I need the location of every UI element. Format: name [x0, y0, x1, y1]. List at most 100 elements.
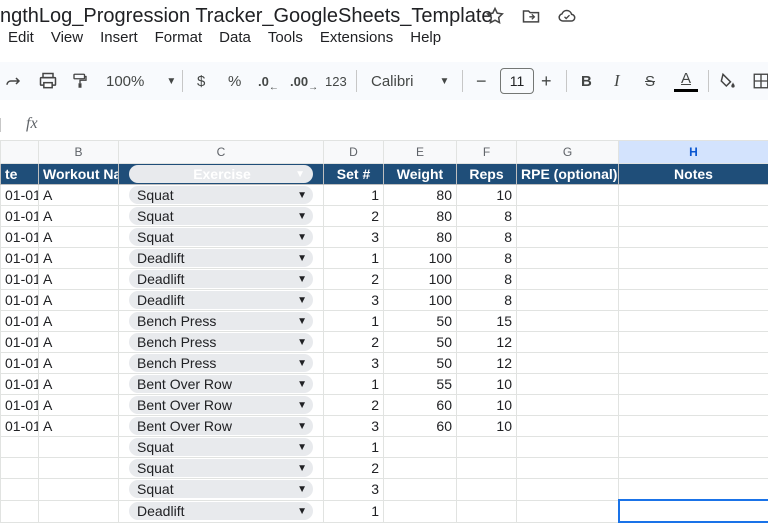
cell-date[interactable]	[1, 479, 39, 501]
cell-set[interactable]: 1	[324, 248, 384, 269]
cell-date[interactable]: 01-01	[1, 353, 39, 374]
cell-weight[interactable]: 100	[384, 290, 457, 311]
increase-font-size-button[interactable]: +	[541, 62, 552, 100]
cell-exercise[interactable]: Deadlift▼	[119, 290, 324, 311]
column-header-g[interactable]: G	[517, 141, 619, 164]
cell-exercise[interactable]: Bent Over Row▼	[119, 374, 324, 395]
cell-weight[interactable]	[384, 500, 457, 522]
cell-weight[interactable]: 80	[384, 227, 457, 248]
cell-set[interactable]: 2	[324, 269, 384, 290]
menu-format[interactable]: Format	[155, 29, 203, 46]
cell-rpe[interactable]	[517, 269, 619, 290]
cell-workout[interactable]: A	[39, 374, 119, 395]
cell-set[interactable]: 1	[324, 311, 384, 332]
cell-date[interactable]	[1, 437, 39, 458]
cell-workout[interactable]	[39, 458, 119, 479]
cell-notes[interactable]	[619, 374, 768, 395]
column-header-f[interactable]: F	[457, 141, 517, 164]
cell-rpe[interactable]	[517, 479, 619, 501]
cell-reps[interactable]: 8	[457, 206, 517, 227]
exercise-dropdown-chip[interactable]: Deadlift▼	[129, 502, 313, 520]
percent-format-button[interactable]: %	[228, 62, 241, 100]
cell-reps[interactable]	[457, 479, 517, 501]
move-folder-icon[interactable]	[520, 5, 542, 27]
cell-exercise[interactable]: Squat▼	[119, 185, 324, 206]
cell-date[interactable]: 01-01	[1, 206, 39, 227]
cell-exercise[interactable]: Deadlift▼	[119, 500, 324, 522]
text-color-button[interactable]: A	[674, 62, 698, 100]
exercise-dropdown-chip[interactable]: Squat▼	[129, 186, 313, 204]
cell-notes[interactable]	[619, 458, 768, 479]
exercise-dropdown-chip[interactable]: Deadlift▼	[129, 249, 313, 267]
cell-reps[interactable]	[457, 437, 517, 458]
cell-exercise[interactable]: Squat▼	[119, 437, 324, 458]
cell-rpe[interactable]	[517, 500, 619, 522]
cell-workout[interactable]: A	[39, 269, 119, 290]
cell-set[interactable]: 1	[324, 374, 384, 395]
cell-workout[interactable]: A	[39, 332, 119, 353]
exercise-dropdown-chip[interactable]: Bench Press▼	[129, 354, 313, 372]
cell-date[interactable]: 01-01	[1, 374, 39, 395]
cell-reps[interactable]: 8	[457, 269, 517, 290]
menu-insert[interactable]: Insert	[100, 29, 138, 46]
exercise-dropdown-chip[interactable]: Bent Over Row▼	[129, 396, 313, 414]
zoom-select[interactable]: 100% ▼	[106, 62, 176, 100]
cell-reps[interactable]: 10	[457, 374, 517, 395]
cell-date[interactable]	[1, 500, 39, 522]
menu-data[interactable]: Data	[219, 29, 251, 46]
cell-date[interactable]: 01-01	[1, 185, 39, 206]
cell-reps[interactable]: 8	[457, 248, 517, 269]
cell-reps[interactable]: 8	[457, 290, 517, 311]
cell-rpe[interactable]	[517, 458, 619, 479]
cell-rpe[interactable]	[517, 206, 619, 227]
cell-exercise[interactable]: Squat▼	[119, 458, 324, 479]
cell-weight[interactable]: 80	[384, 206, 457, 227]
cell-workout[interactable]: A	[39, 248, 119, 269]
cell-rpe[interactable]	[517, 374, 619, 395]
exercise-dropdown-chip[interactable]: Bench Press▼	[129, 312, 313, 330]
print-icon[interactable]	[38, 62, 58, 100]
strikethrough-button[interactable]: S	[645, 62, 655, 100]
cell-notes[interactable]	[619, 311, 768, 332]
cell-date[interactable]: 01-01	[1, 269, 39, 290]
cell-set[interactable]: 3	[324, 227, 384, 248]
cell-notes[interactable]	[619, 332, 768, 353]
cell-notes[interactable]	[619, 479, 768, 501]
cell-exercise[interactable]: Bent Over Row▼	[119, 395, 324, 416]
cell-workout[interactable]: A	[39, 353, 119, 374]
cell-date[interactable]: 01-01	[1, 416, 39, 437]
cell-weight[interactable]	[384, 437, 457, 458]
cell-set[interactable]: 3	[324, 479, 384, 501]
cell-workout[interactable]	[39, 437, 119, 458]
cell-notes[interactable]	[619, 206, 768, 227]
cell-reps[interactable]: 15	[457, 311, 517, 332]
currency-format-button[interactable]: $	[197, 62, 205, 100]
cell-notes[interactable]	[619, 395, 768, 416]
exercise-dropdown-chip[interactable]: Squat▼	[129, 459, 313, 477]
font-select[interactable]: Calibri ▼	[371, 62, 449, 100]
menu-edit[interactable]: Edit	[8, 29, 34, 46]
cell-exercise[interactable]: Bent Over Row▼	[119, 416, 324, 437]
cell-reps[interactable]: 8	[457, 227, 517, 248]
cell-exercise[interactable]: Bench Press▼	[119, 311, 324, 332]
cell-rpe[interactable]	[517, 227, 619, 248]
column-header-c[interactable]: C	[119, 141, 324, 164]
cell-rpe[interactable]	[517, 437, 619, 458]
cell-weight[interactable]: 50	[384, 311, 457, 332]
cell-rpe[interactable]	[517, 185, 619, 206]
cell-weight[interactable]: 100	[384, 269, 457, 290]
fill-color-icon[interactable]	[718, 62, 738, 100]
cell-exercise[interactable]: Squat▼	[119, 479, 324, 501]
cell-workout[interactable]	[39, 500, 119, 522]
header-exercise-cell[interactable]: Exercise ▼	[119, 164, 324, 185]
cell-weight[interactable]: 100	[384, 248, 457, 269]
cell-reps[interactable]: 12	[457, 353, 517, 374]
header-date[interactable]: te	[1, 164, 39, 185]
cell-reps[interactable]: 10	[457, 395, 517, 416]
exercise-dropdown-chip[interactable]: Squat▼	[129, 438, 313, 456]
font-size-field[interactable]: 11	[500, 62, 534, 100]
header-weight[interactable]: Weight	[384, 164, 457, 185]
cell-notes[interactable]	[619, 269, 768, 290]
cell-weight[interactable]	[384, 458, 457, 479]
column-header-a[interactable]	[1, 141, 39, 164]
